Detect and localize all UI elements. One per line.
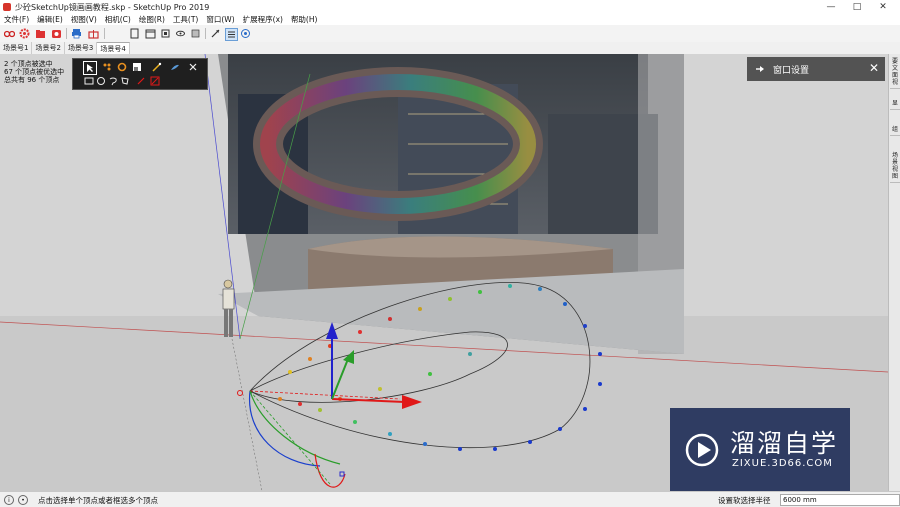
window-settings-label: 窗口设置 — [773, 65, 810, 76]
folder-icon[interactable] — [35, 28, 46, 39]
tray-tab-components[interactable]: 组 — [890, 124, 900, 136]
polygon-select-icon[interactable] — [119, 75, 131, 87]
box-icon[interactable] — [160, 28, 171, 39]
soft-select-icon[interactable] — [149, 75, 161, 87]
watermark-name: 溜溜自学 — [730, 429, 839, 458]
menu-tools[interactable]: 工具(T) — [169, 14, 202, 25]
menu-help[interactable]: 帮助(H) — [287, 14, 322, 25]
watermark-url: ZIXUE.3D66.COM — [732, 458, 833, 469]
menu-camera[interactable]: 相机(C) — [101, 14, 135, 25]
scale-icon[interactable] — [131, 61, 143, 73]
gear-icon[interactable] — [19, 28, 30, 39]
camera-icon[interactable] — [51, 28, 62, 39]
rotate-icon[interactable] — [116, 61, 128, 73]
menu-edit[interactable]: 编辑(E) — [33, 14, 67, 25]
toolbar-separator — [66, 28, 67, 39]
user-icon[interactable]: • — [18, 495, 28, 505]
app-icon — [3, 3, 11, 11]
section-icon[interactable] — [190, 28, 201, 39]
window-title: 少砼SketchUp镜画画教程.skp - SketchUp Pro 2019 — [15, 2, 210, 12]
menu-window[interactable]: 窗口(W) — [202, 14, 238, 25]
panel-icon[interactable] — [129, 28, 140, 39]
tab-scene-1[interactable]: 场景号1 — [0, 42, 33, 54]
vertex-tools-palette — [72, 58, 208, 90]
scene-tabs: 场景号1 场景号2 场景号3 场景号4 — [0, 42, 900, 54]
tab-scene-4[interactable]: 场景号4 — [97, 42, 130, 54]
target-icon[interactable] — [240, 28, 251, 39]
close-icon[interactable]: ✕ — [869, 61, 879, 75]
brush-icon[interactable] — [169, 61, 181, 73]
red-axis — [0, 321, 888, 373]
play-icon — [685, 433, 719, 467]
title-bar: 少砼SketchUp镜画画教程.skp - SketchUp Pro 2019 — [0, 0, 900, 14]
tab-scene-3[interactable]: 场景号3 — [65, 42, 98, 54]
tray-tab-display[interactable]: 显 — [890, 98, 900, 110]
tray-tab-scenes[interactable]: 场景视图 — [890, 150, 900, 183]
vertex-marker — [339, 471, 345, 477]
rect-select-icon[interactable] — [83, 75, 95, 87]
eye-icon[interactable] — [175, 28, 186, 39]
gift-icon[interactable] — [88, 28, 99, 39]
measurements-label: 设置软选择半径 — [718, 496, 771, 505]
magic-wand-icon[interactable] — [151, 61, 163, 73]
status-bar: i • 点击选择单个顶点或者框选多个顶点 设置软选择半径 6000 mm — [0, 491, 900, 507]
person-figure — [222, 279, 235, 337]
line-icon[interactable] — [135, 75, 147, 87]
default-tray: 要文面视 显 组 场景视图 — [888, 54, 900, 491]
move-icon[interactable] — [101, 61, 113, 73]
arrow-icon[interactable] — [210, 28, 221, 39]
menu-bar: 文件(F) 编辑(E) 视图(V) 相机(C) 绘图(R) 工具(T) 窗口(W… — [0, 14, 900, 25]
window-settings-panel[interactable]: 窗口设置 ✕ — [747, 57, 885, 81]
toolbar-separator — [205, 28, 206, 39]
green-axis — [239, 73, 311, 340]
select-cursor-icon[interactable] — [83, 61, 97, 75]
selection-info: 2 个顶点被选中 67 个顶点被优选中 总共有 96 个顶点 — [4, 60, 64, 84]
cross-icon[interactable] — [187, 61, 199, 73]
circle-select-icon[interactable] — [95, 75, 107, 87]
glasses-icon[interactable] — [4, 28, 15, 39]
selected-vertex-count: 2 个顶点被选中 — [4, 60, 53, 68]
list-icon[interactable] — [225, 28, 238, 41]
arrow-right-icon — [756, 66, 764, 72]
close-window-button[interactable]: ✕ — [870, 0, 896, 14]
menu-view[interactable]: 视图(V) — [67, 14, 101, 25]
minimize-button[interactable]: — — [818, 0, 844, 14]
curve-path — [249, 331, 508, 403]
menu-draw[interactable]: 绘图(R) — [135, 14, 169, 25]
toolbar-separator — [104, 28, 105, 39]
total-vertex-count: 总共有 96 个顶点 — [4, 76, 60, 84]
blue-axis — [204, 54, 241, 340]
tab-scene-2[interactable]: 场景号2 — [32, 42, 65, 54]
lasso-icon[interactable] — [107, 75, 119, 87]
maximize-button[interactable]: □ — [844, 0, 870, 14]
vertex-marker — [237, 390, 243, 396]
measurements-input[interactable]: 6000 mm — [780, 494, 900, 506]
tray-tab-styles[interactable]: 要文面视 — [890, 56, 900, 89]
window-icon[interactable] — [145, 28, 156, 39]
selected-vertices — [278, 284, 602, 451]
info-icon[interactable]: i — [4, 495, 14, 505]
watermark-logo: 溜溜自学 ZIXUE.3D66.COM — [670, 408, 850, 492]
printer-icon[interactable] — [71, 28, 82, 39]
menu-extensions[interactable]: 扩展程序(x) — [239, 14, 287, 25]
menu-file[interactable]: 文件(F) — [0, 14, 33, 25]
status-message: 点击选择单个顶点或者框选多个顶点 — [38, 496, 158, 505]
soft-selected-count: 67 个顶点被优选中 — [4, 68, 65, 76]
main-toolbar — [0, 25, 900, 43]
